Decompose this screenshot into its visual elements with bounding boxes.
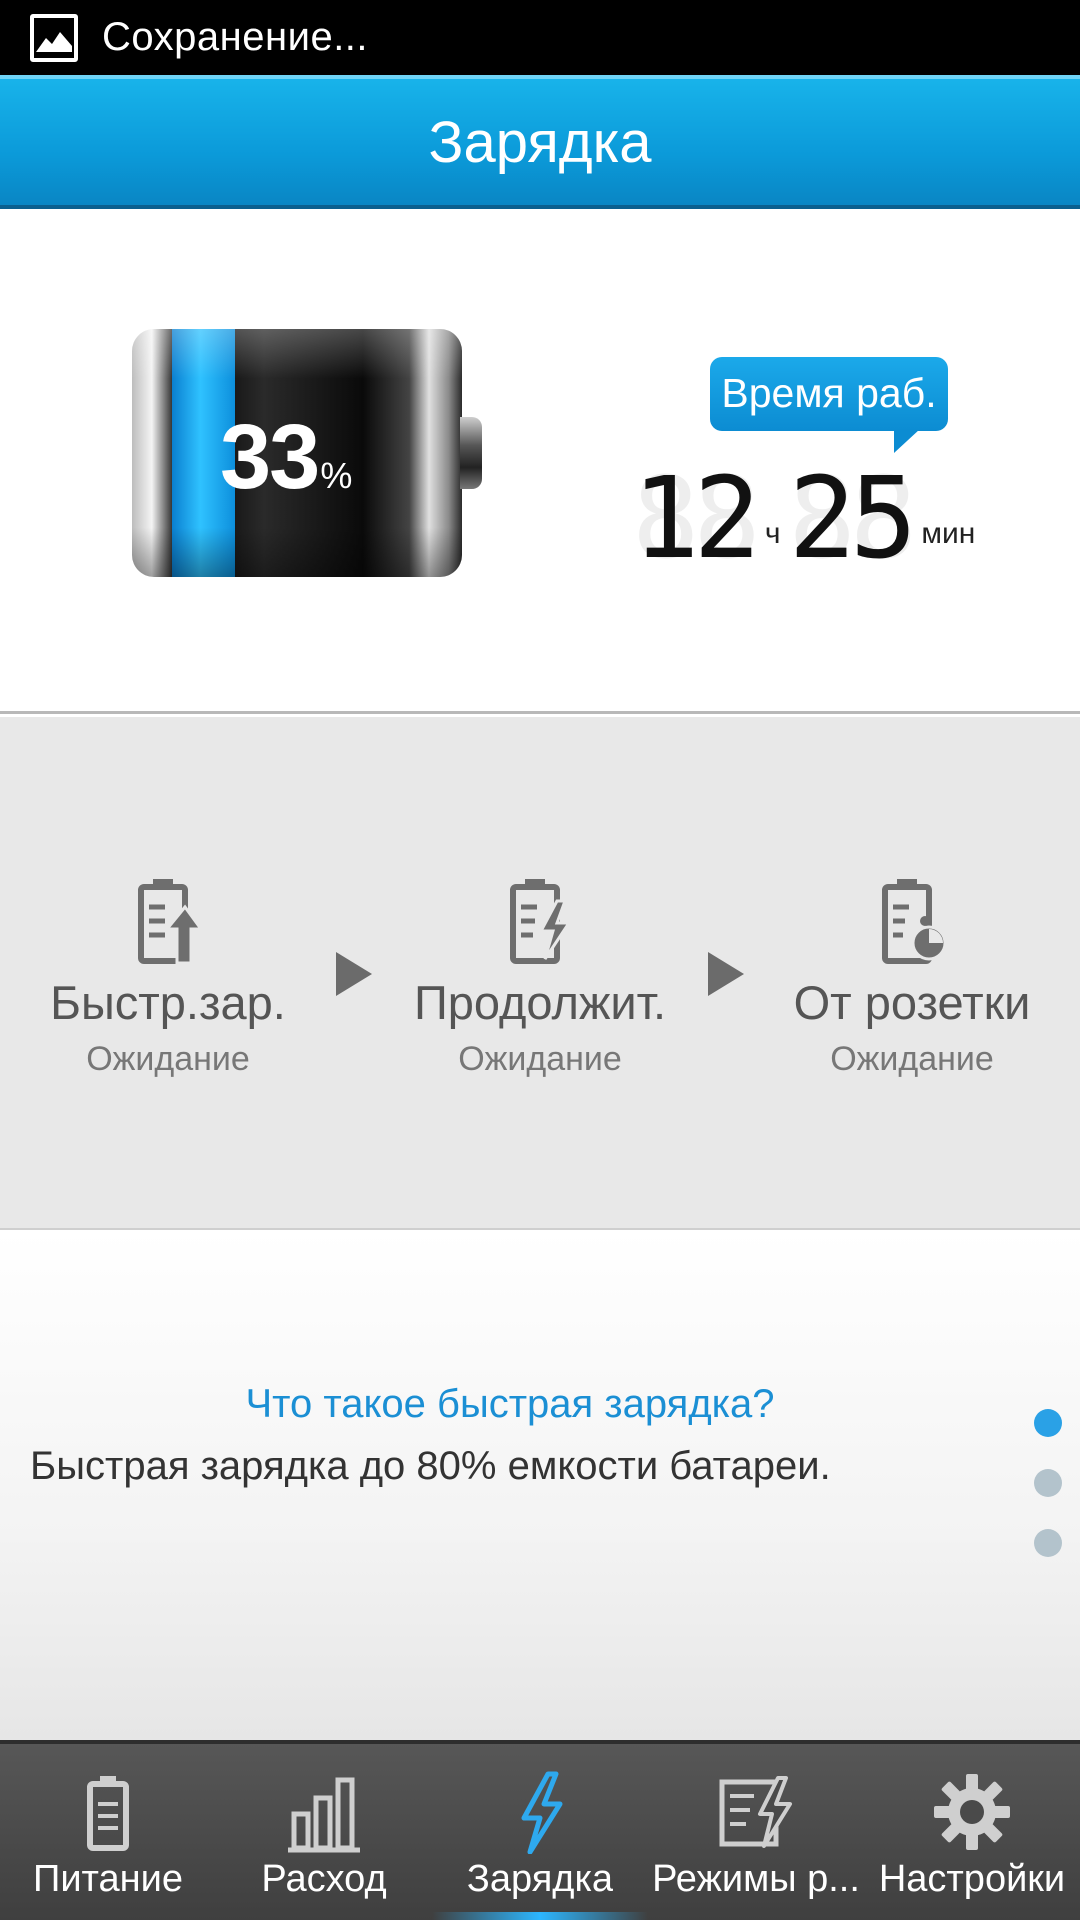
nav-label: Зарядка (466, 1858, 614, 1900)
nav-label: Расход (261, 1858, 387, 1900)
runtime-readout: 88 12 ч 88 25 мин (632, 454, 983, 584)
charge-step-status: Ожидание (458, 1040, 622, 1078)
nav-label: Питание (33, 1858, 183, 1900)
charge-step-title: От розетки (793, 976, 1031, 1029)
nav-tab-usage[interactable]: Расход (216, 1744, 432, 1920)
nav-tab-settings[interactable]: Настройки (864, 1744, 1080, 1920)
nav-label: Режимы р... (652, 1858, 860, 1900)
modes-icon (719, 1776, 792, 1848)
battery-terminal (460, 417, 482, 489)
app-header: Зарядка (0, 75, 1080, 209)
runtime-hours-value: 12 (632, 454, 761, 584)
charge-step-title: Продолжит. (413, 976, 667, 1029)
battery-status-panel: 33% Время раб. 88 12 ч 88 25 мин (0, 209, 1080, 714)
runtime-minutes-unit: мин (921, 517, 976, 550)
charge-step-continuous: Продолжит. Ожидание (390, 877, 690, 1079)
next-arrow-icon (336, 952, 372, 996)
gear-icon (934, 1774, 1010, 1850)
runtime-label-bubble: Время раб. (710, 357, 948, 453)
active-tab-indicator (432, 1912, 648, 1920)
page-title: Зарядка (428, 110, 652, 175)
status-text: Сохранение... (102, 15, 369, 59)
runtime-hours: 88 12 (632, 454, 761, 584)
nav-tab-charging[interactable]: Зарядка (432, 1744, 648, 1920)
lightning-icon (521, 1771, 563, 1854)
runtime-minutes-value: 25 (788, 454, 918, 584)
nav-label: Настройки (878, 1858, 1066, 1900)
tip-question: Что такое быстрая зарядка? (245, 1382, 775, 1426)
status-bar: Сохранение... (0, 0, 1080, 75)
image-icon (30, 13, 78, 62)
tip-carousel[interactable]: Что такое быстрая зарядка? Быстрая заряд… (0, 1232, 1080, 1740)
page-indicator-dot-3[interactable] (1034, 1529, 1062, 1557)
charge-step-title: Быстр.зар. (50, 976, 286, 1029)
bottom-navigation: Питание Расход Зарядка Режимы р... Настр… (0, 1740, 1080, 1920)
bar-chart-icon (288, 1777, 360, 1853)
battery-continuous-charge-icon (510, 879, 572, 964)
runtime-hours-unit: ч (764, 517, 781, 550)
battery-fast-charge-icon (138, 879, 203, 965)
battery-percent-value: 33 (220, 406, 320, 508)
battery-gauge: 33% (132, 329, 482, 577)
nav-tab-power[interactable]: Питание (0, 1744, 216, 1920)
charge-step-fast: Быстр.зар. Ожидание (18, 877, 318, 1079)
charge-step-status: Ожидание (86, 1040, 250, 1078)
battery-percent: 33% (220, 405, 352, 510)
nav-tab-modes[interactable]: Режимы р... (648, 1744, 864, 1920)
charge-step-status: Ожидание (830, 1040, 994, 1078)
tip-answer: Быстрая зарядка до 80% емкости батареи. (30, 1444, 831, 1488)
battery-icon (87, 1776, 129, 1851)
charge-step-trickle: От розетки Ожидание (762, 877, 1062, 1079)
next-arrow-icon (708, 952, 744, 996)
battery-trickle-charge-icon (882, 879, 947, 964)
runtime-minutes: 88 25 (788, 454, 918, 584)
charge-stages-panel: Быстр.зар. Ожидание Продолжит. Ожидание … (0, 717, 1080, 1230)
page-indicator-dot-1[interactable] (1034, 1409, 1062, 1437)
battery-percent-sign: % (320, 455, 352, 496)
page-indicator-dot-2[interactable] (1034, 1469, 1062, 1497)
